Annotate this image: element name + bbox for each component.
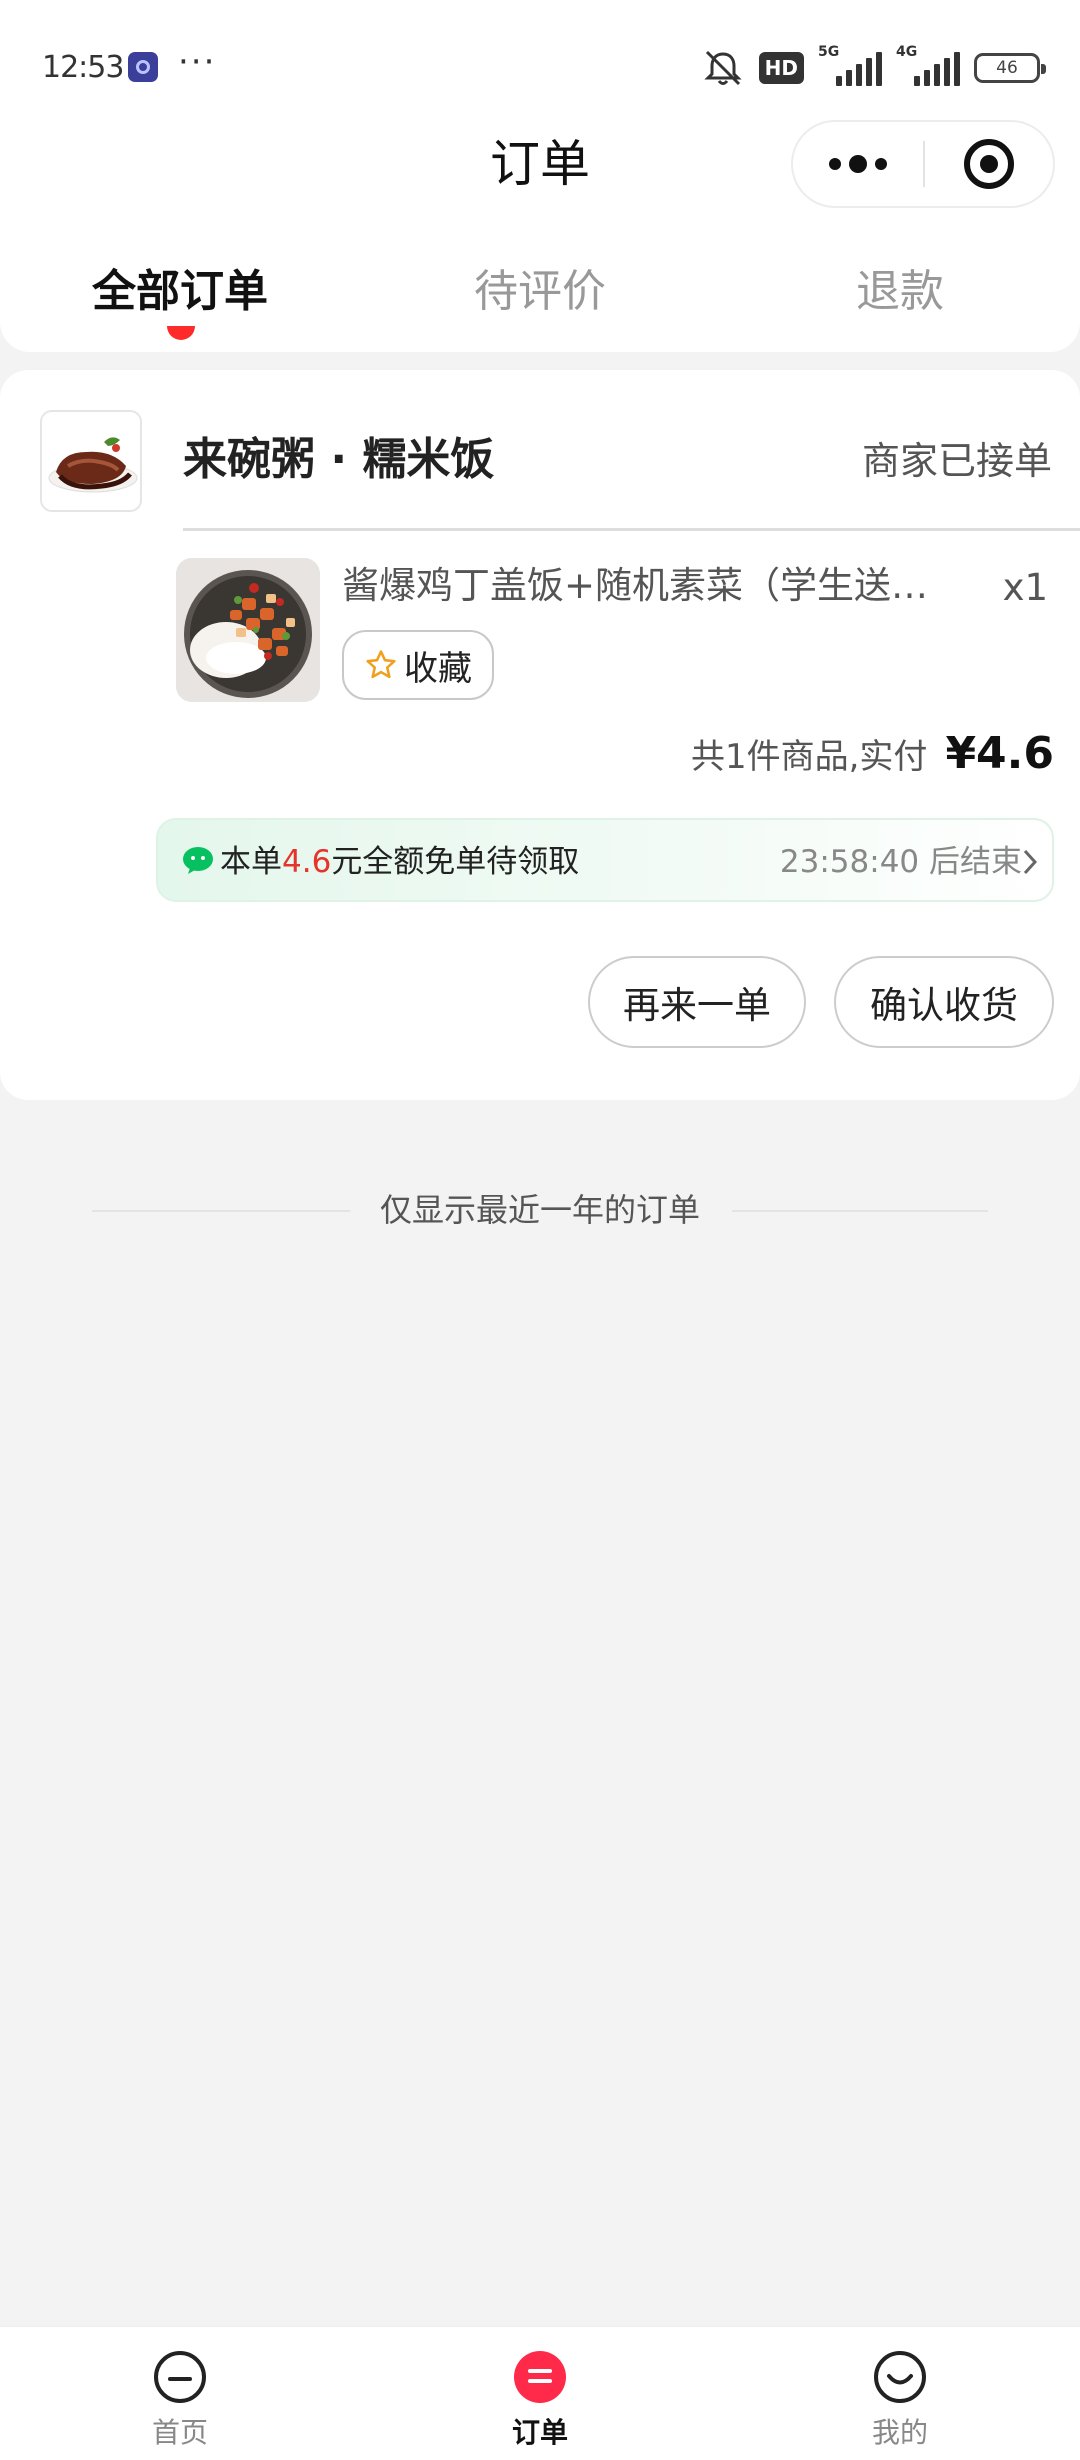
footer-line-right	[732, 1210, 988, 1212]
battery-level: 46	[996, 58, 1018, 78]
nav-mine[interactable]: 我的	[800, 2327, 1000, 2460]
chevron-right-icon	[1023, 849, 1038, 875]
card-divider	[183, 528, 1080, 531]
status-indicators: HD 5G 4G 46	[701, 44, 1046, 90]
app-notification-icon	[128, 52, 158, 82]
mini-program-capsule	[791, 120, 1055, 208]
nav-home-label: 首页	[151, 2416, 208, 2449]
smiley-icon	[874, 2351, 926, 2403]
banner-suffix: 元全额免单待领取	[331, 844, 580, 880]
banner-prefix: 本单	[220, 844, 282, 880]
banner-countdown: 23:58:40 后结束	[779, 844, 1022, 880]
more-dots-icon[interactable]	[793, 122, 923, 206]
nav-home[interactable]: 首页	[80, 2327, 280, 2460]
footer-note: 仅显示最近一年的订单	[0, 1188, 1080, 1232]
bottom-nav: 首页 订单 我的	[0, 2326, 1080, 2460]
shop-logo[interactable]	[40, 410, 142, 512]
banner-text: 本单4.6元全额免单待领取	[220, 842, 579, 882]
home-face-icon	[154, 2351, 206, 2403]
order-status: 商家已接单	[861, 439, 1052, 483]
star-icon	[366, 650, 396, 679]
order-tabs: 全部订单 待评价 退款	[0, 262, 1080, 332]
item-thumbnail[interactable]	[176, 558, 320, 702]
nav-orders-label: 订单	[511, 2416, 568, 2449]
nav-orders[interactable]: 订单	[440, 2327, 640, 2460]
free-order-banner[interactable]: 本单4.6元全额免单待领取 23:58:40 后结束	[156, 818, 1054, 902]
item-name[interactable]: 酱爆鸡丁盖饭+随机素菜（学生送饮料）	[342, 560, 952, 612]
item-quantity: x1	[1002, 566, 1048, 609]
nav-mine-label: 我的	[871, 2416, 928, 2449]
shop-name[interactable]: 来碗粥 · 糯米饭	[183, 430, 494, 490]
shop-logo-image	[42, 412, 140, 510]
signal-5g-icon: 5G	[818, 44, 882, 86]
target-icon	[963, 139, 1014, 189]
confirm-receipt-button[interactable]: 确认收货	[834, 956, 1054, 1048]
favorite-button[interactable]: 收藏	[342, 630, 494, 700]
mute-bell-icon	[704, 50, 742, 86]
order-card[interactable]: 来碗粥 · 糯米饭 商家已接单 酱爆鸡丁盖饭+随机素菜（学生送饮料） x1 收藏…	[0, 370, 1080, 1100]
status-more-icon: ···	[178, 42, 217, 82]
signal-4g-icon: 4G	[896, 44, 960, 86]
order-total: 共1件商品,实付 ¥4.6	[691, 728, 1054, 779]
tab-all-orders[interactable]: 全部订单	[92, 262, 268, 322]
close-mini-program-button[interactable]	[925, 122, 1053, 206]
tab-pending-review[interactable]: 待评价	[474, 262, 606, 322]
item-thumbnail-image	[176, 558, 320, 702]
status-time: 12:53	[42, 50, 124, 85]
favorite-label: 收藏	[404, 648, 472, 689]
order-icon	[514, 2351, 566, 2403]
reorder-button[interactable]: 再来一单	[588, 956, 806, 1048]
total-text: 共1件商品,实付	[690, 737, 928, 777]
wechat-icon	[183, 847, 213, 874]
tab-refund[interactable]: 退款	[856, 262, 944, 322]
hd-badge: HD	[758, 52, 804, 84]
status-bar: 12:53 ··· HD 5G 4G 46	[0, 0, 1080, 136]
banner-amount: 4.6	[282, 844, 332, 880]
total-price: ¥4.6	[945, 728, 1054, 779]
battery-icon: 46	[974, 53, 1046, 83]
